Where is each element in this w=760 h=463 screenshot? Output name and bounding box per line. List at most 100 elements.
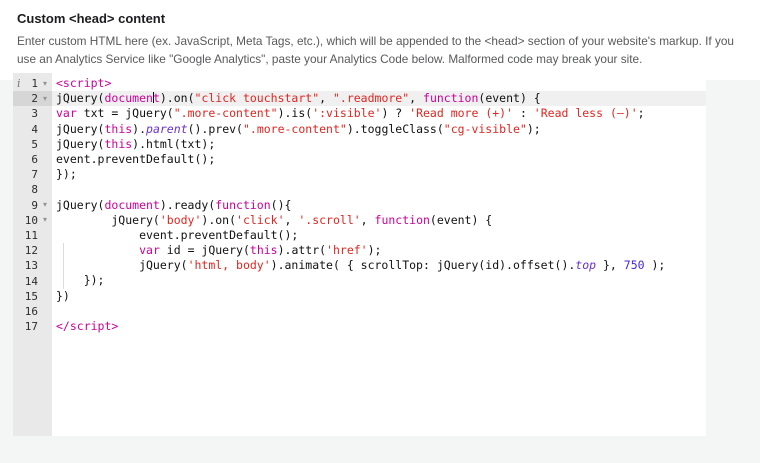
gutter-row: 7 [13,167,52,182]
code-token: ).html(txt); [132,137,215,151]
line-number: 17 [13,320,38,333]
custom-head-code-editor[interactable]: i 1▾2▾3456789▾10▾11121314151617 <script>… [13,73,706,436]
code-token: jQuery( [56,213,160,227]
code-token: ':visible' [312,106,381,120]
code-token: ).animate( { scrollTop: jQuery(id).offse… [271,258,576,272]
editor-gutter-lines: 1▾2▾3456789▾10▾11121314151617 [13,76,52,334]
gutter-row: 3 [13,106,52,121]
code-token: ); [368,243,382,257]
code-line[interactable]: }); [56,167,706,182]
gutter-row: 15 [13,289,52,304]
code-token: ); [527,122,541,136]
code-token: id = jQuery( [160,243,250,257]
code-token: ).toggleClass( [347,122,444,136]
page-title: Custom <head> content [17,11,165,26]
code-line[interactable]: jQuery(document).ready(function(){ [56,198,706,213]
line-number: 13 [13,259,38,272]
line-number: 2 [13,92,38,105]
code-token: , [409,91,423,105]
code-token: function [423,91,478,105]
code-line[interactable] [56,304,706,319]
code-token: jQuery( [56,122,104,136]
gutter-row: 6 [13,152,52,167]
code-line[interactable]: }); [56,273,706,288]
code-token: this [104,137,132,151]
editor-code-lines: <script>jQuery(document).on("click touch… [56,76,706,334]
line-number: 12 [13,244,38,257]
fold-toggle-icon[interactable]: ▾ [38,95,52,103]
fold-toggle-icon[interactable]: ▾ [38,80,52,88]
code-token: 'href' [326,243,368,257]
code-line[interactable]: }) [56,289,706,304]
code-line[interactable]: jQuery(this).html(txt); [56,137,706,152]
code-token: this [250,243,278,257]
code-token: ; [638,106,645,120]
fold-toggle-icon[interactable]: ▾ [38,201,52,209]
code-token: ). [132,122,146,136]
editor-code-area[interactable]: <script>jQuery(document).on("click touch… [52,73,706,436]
gutter-row: 12 [13,243,52,258]
code-token: (){ [271,198,292,212]
code-token: }); [56,167,77,181]
code-token: jQuery( [56,198,104,212]
code-token: top [575,258,596,272]
code-token: ); [645,258,666,272]
code-line[interactable]: var txt = jQuery(".more-content").is(':v… [56,106,706,121]
code-token: ).ready( [160,198,215,212]
code-token: t [153,91,160,105]
code-token: (event) { [430,213,492,227]
code-token: , [361,213,375,227]
code-token [56,243,139,257]
settings-header: Custom <head> content Enter custom HTML … [0,0,760,80]
code-token: ().prev( [188,122,243,136]
code-token: event.preventDefault(); [56,152,215,166]
code-token: txt = jQuery( [77,106,174,120]
code-line[interactable]: event.preventDefault(); [56,152,706,167]
code-line[interactable]: var id = jQuery(this).attr('href'); [56,243,706,258]
line-number: 7 [13,168,38,181]
code-line[interactable]: </script> [56,319,706,334]
code-token: ".more-content" [243,122,347,136]
gutter-row: 14 [13,273,52,288]
code-token: ) ? [381,106,409,120]
code-token: parent [146,122,188,136]
code-token: ).attr( [278,243,326,257]
code-line[interactable]: jQuery(document).on("click touchstart", … [52,91,706,106]
code-token: var [56,106,77,120]
code-token: 'click' [236,213,284,227]
line-number: 4 [13,123,38,136]
line-number: 9 [13,199,38,212]
code-line[interactable] [56,182,706,197]
gutter-row: 16 [13,304,52,319]
code-token: '.scroll' [298,213,360,227]
code-token: 750 [624,258,645,272]
code-token: ".readmore" [333,91,409,105]
code-line[interactable]: event.preventDefault(); [56,228,706,243]
code-token: : [513,106,534,120]
code-line[interactable]: jQuery(this).parent().prev(".more-conten… [56,122,706,137]
code-token: documen [104,91,152,105]
code-token: jQuery( [56,137,104,151]
fold-toggle-icon[interactable]: ▾ [38,216,52,224]
gutter-row: 11 [13,228,52,243]
code-token: this [104,122,132,136]
code-token: function [215,198,270,212]
gutter-row: 4 [13,122,52,137]
code-token: event.preventDefault(); [56,228,298,242]
code-token: (event) { [478,91,540,105]
code-token: }) [56,289,70,303]
line-number: 5 [13,138,38,151]
code-line[interactable]: <script> [56,76,706,91]
code-token: 'Read more (+)' [409,106,513,120]
line-number: 10 [13,214,38,227]
code-token: "cg-visible" [444,122,527,136]
line-number: 6 [13,153,38,166]
code-token: , [285,213,299,227]
code-line[interactable]: jQuery('html, body').animate( { scrollTo… [56,258,706,273]
code-line[interactable]: jQuery('body').on('click', '.scroll', fu… [56,213,706,228]
code-token: 'html, body' [188,258,271,272]
code-token: 'Read less (–)' [534,106,638,120]
info-annotation-icon[interactable]: i [17,77,21,90]
page-description: Enter custom HTML here (ex. JavaScript, … [17,33,741,68]
code-token: ".more-content" [174,106,278,120]
